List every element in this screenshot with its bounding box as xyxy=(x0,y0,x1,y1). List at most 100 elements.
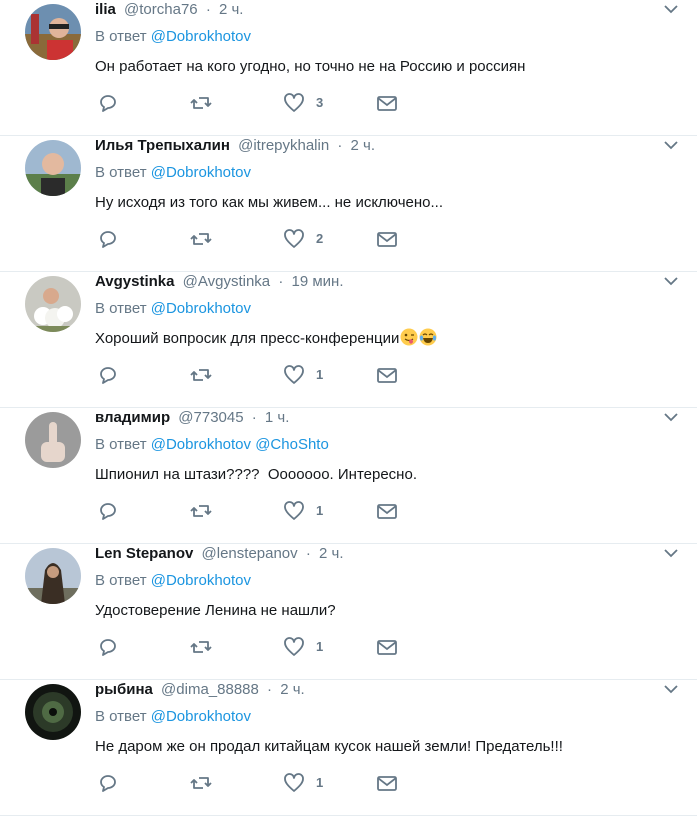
mention-link[interactable]: @Dobrokhotov xyxy=(151,28,251,45)
chevron-down-icon[interactable] xyxy=(663,411,679,423)
envelope-icon xyxy=(377,776,397,791)
reply-prefix: В ответ xyxy=(95,708,147,725)
user-handle[interactable]: @torcha76 xyxy=(124,1,198,18)
retweet-button[interactable] xyxy=(190,636,212,658)
user-handle[interactable]: @773045 xyxy=(178,409,243,426)
tweet[interactable]: владимир @773045 · 1 ч. В ответ @Dobrokh… xyxy=(0,408,697,544)
chevron-down-icon[interactable] xyxy=(663,683,679,695)
envelope-icon xyxy=(377,368,397,383)
display-name[interactable]: Илья Трепыхалин xyxy=(95,137,230,154)
avatar-image xyxy=(25,276,81,332)
reply-icon xyxy=(100,775,116,792)
display-name[interactable]: ilia xyxy=(95,1,116,18)
chevron-down-icon[interactable] xyxy=(663,547,679,559)
reply-feed: ilia @torcha76 · 2 ч. В ответ @Dobrokhot… xyxy=(0,0,697,816)
reply-icon xyxy=(100,231,116,248)
reply-button[interactable] xyxy=(97,772,119,794)
mention-link[interactable]: @Dobrokhotov xyxy=(151,164,251,181)
reply-prefix: В ответ xyxy=(95,572,147,589)
mention-link[interactable]: @Dobrokhotov xyxy=(151,436,251,453)
like-count: 1 xyxy=(316,639,324,654)
avatar[interactable] xyxy=(25,276,81,332)
tweet[interactable]: ilia @torcha76 · 2 ч. В ответ @Dobrokhot… xyxy=(0,0,697,136)
tweet-text: Удостоверение Ленина не нашли? xyxy=(95,602,336,619)
avatar[interactable] xyxy=(25,4,81,60)
mention-link[interactable]: @Dobrokhotov xyxy=(151,572,251,589)
chevron-down-icon[interactable] xyxy=(663,3,679,15)
reply-button[interactable] xyxy=(97,92,119,114)
like-button[interactable]: 1 xyxy=(283,500,323,522)
display-name[interactable]: Avgystinka xyxy=(95,273,174,290)
avatar[interactable] xyxy=(25,412,81,468)
retweet-button[interactable] xyxy=(190,92,212,114)
tweet-actions: 1 xyxy=(0,772,697,796)
retweet-button[interactable] xyxy=(190,772,212,794)
direct-message-button[interactable] xyxy=(376,92,398,114)
separator-dot: · xyxy=(267,681,273,698)
timestamp[interactable]: 2 ч. xyxy=(319,545,344,562)
reply-button[interactable] xyxy=(97,228,119,250)
tweet[interactable]: Avgystinka @Avgystinka · 19 мин. В ответ… xyxy=(0,272,697,408)
tweet-header: ilia @torcha76 · 2 ч. xyxy=(95,0,243,20)
retweet-button[interactable] xyxy=(190,500,212,522)
tweet-header: владимир @773045 · 1 ч. xyxy=(95,408,289,428)
direct-message-button[interactable] xyxy=(376,500,398,522)
avatar[interactable] xyxy=(25,140,81,196)
retweet-button[interactable] xyxy=(190,364,212,386)
display-name[interactable]: рыбина xyxy=(95,681,153,698)
user-handle[interactable]: @Avgystinka xyxy=(183,273,271,290)
retweet-button[interactable] xyxy=(190,228,212,250)
like-count: 2 xyxy=(316,231,324,246)
retweet-icon xyxy=(190,641,212,653)
envelope-icon xyxy=(377,504,397,519)
chevron-down-icon[interactable] xyxy=(663,275,679,287)
envelope-icon xyxy=(377,96,397,111)
avatar[interactable] xyxy=(25,548,81,604)
like-button[interactable]: 3 xyxy=(283,92,323,114)
mention-link[interactable]: @Dobrokhotov xyxy=(151,300,251,317)
tweet[interactable]: Илья Трепыхалин @itrepykhalin · 2 ч. В о… xyxy=(0,136,697,272)
timestamp[interactable]: 1 ч. xyxy=(265,409,290,426)
timestamp[interactable]: 2 ч. xyxy=(219,1,244,18)
reply-button[interactable] xyxy=(97,364,119,386)
tweet-text: Он работает на кого угодно, но точно не … xyxy=(95,58,526,75)
user-handle[interactable]: @lenstepanov xyxy=(202,545,298,562)
reply-context: В ответ @Dobrokhotov @ChoShto xyxy=(95,435,329,455)
winking-tongue-emoji xyxy=(400,328,418,346)
tweet-header: Avgystinka @Avgystinka · 19 мин. xyxy=(95,272,344,292)
timestamp[interactable]: 2 ч. xyxy=(351,137,376,154)
chevron-down-icon[interactable] xyxy=(663,139,679,151)
display-name[interactable]: владимир xyxy=(95,409,170,426)
like-button[interactable]: 2 xyxy=(283,228,323,250)
direct-message-button[interactable] xyxy=(376,636,398,658)
heart-icon xyxy=(284,773,304,792)
tweet-header: Илья Трепыхалин @itrepykhalin · 2 ч. xyxy=(95,136,375,156)
like-button[interactable]: 1 xyxy=(283,364,323,386)
like-button[interactable]: 1 xyxy=(283,772,323,794)
like-button[interactable]: 1 xyxy=(283,636,323,658)
tweet-text-body: Хороший вопросик для пресс-конференции xyxy=(95,330,400,347)
like-count: 3 xyxy=(316,95,324,110)
avatar[interactable] xyxy=(25,684,81,740)
mention-link[interactable]: @ChoShto xyxy=(255,436,329,453)
separator-dot: · xyxy=(278,273,284,290)
timestamp[interactable]: 19 мин. xyxy=(292,273,344,290)
tweet[interactable]: Len Stepanov @lenstepanov · 2 ч. В ответ… xyxy=(0,544,697,680)
avatar-image xyxy=(25,548,81,604)
tweet[interactable]: рыбина @dima_88888 · 2 ч. В ответ @Dobro… xyxy=(0,680,697,816)
display-name[interactable]: Len Stepanov xyxy=(95,545,193,562)
timestamp[interactable]: 2 ч. xyxy=(280,681,305,698)
tweet-actions: 1 xyxy=(0,364,697,388)
direct-message-button[interactable] xyxy=(376,772,398,794)
reply-button[interactable] xyxy=(97,500,119,522)
direct-message-button[interactable] xyxy=(376,364,398,386)
direct-message-button[interactable] xyxy=(376,228,398,250)
mention-link[interactable]: @Dobrokhotov xyxy=(151,708,251,725)
separator-dot: · xyxy=(251,409,257,426)
heart-icon xyxy=(284,501,304,520)
user-handle[interactable]: @dima_88888 xyxy=(161,681,259,698)
reply-prefix: В ответ xyxy=(95,436,147,453)
reply-button[interactable] xyxy=(97,636,119,658)
user-handle[interactable]: @itrepykhalin xyxy=(238,137,329,154)
tweet-header: рыбина @dima_88888 · 2 ч. xyxy=(95,680,305,700)
